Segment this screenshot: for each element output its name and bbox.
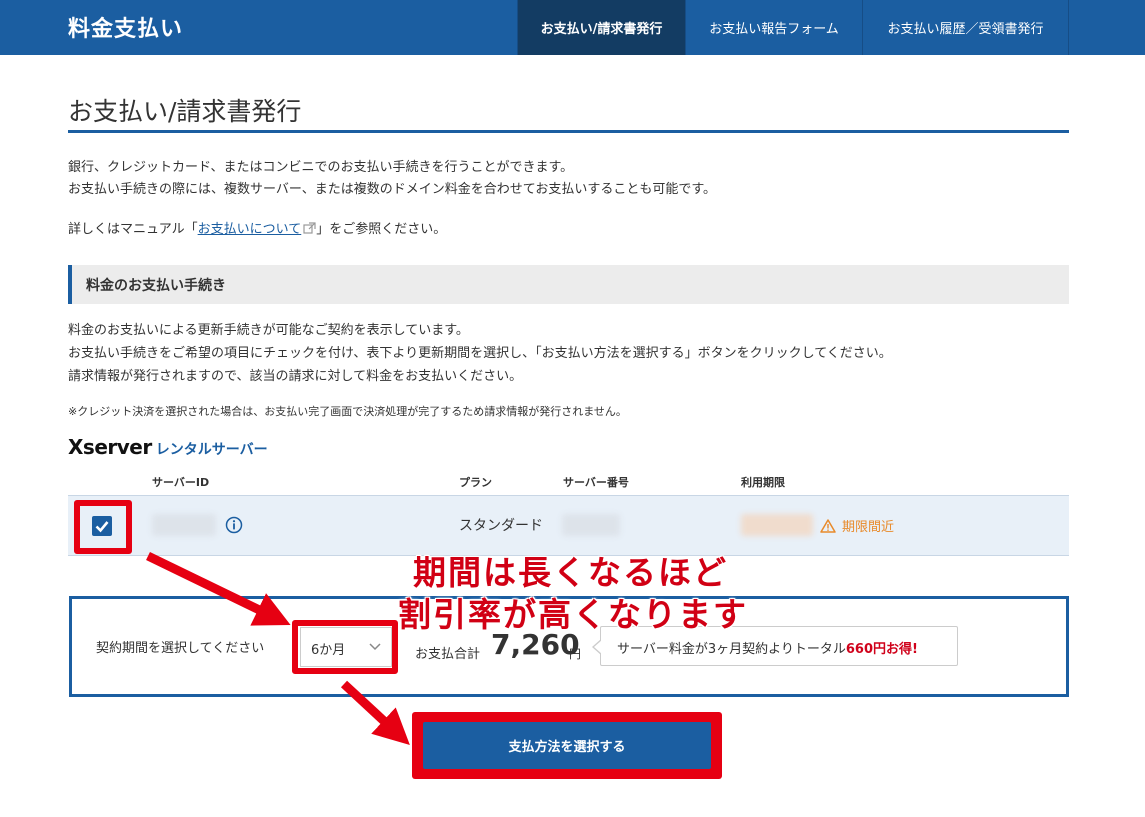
expiry-status: 期限間近 bbox=[842, 520, 895, 535]
credit-note: ※クレジット決済を選択された場合は、お支払い完了画面で決済処理が完了するため請求… bbox=[68, 405, 627, 418]
annotation-line-1: 期間は長くなるほど bbox=[413, 553, 728, 592]
period-label: 契約期間を選択してください bbox=[96, 641, 265, 656]
col-header-plan: プラン bbox=[459, 476, 492, 489]
nav-tab-payment-invoice[interactable]: お支払い/請求書発行 bbox=[517, 0, 685, 55]
savings-prefix: サーバー料金が3ヶ月契約よりトータル bbox=[617, 642, 846, 657]
col-header-server-number: サーバー番号 bbox=[563, 476, 629, 489]
external-link-icon bbox=[303, 222, 316, 234]
total-unit: 円 bbox=[569, 647, 582, 661]
select-highlight bbox=[292, 620, 398, 674]
intro-line-1: 銀行、クレジットカード、またはコンビニでのお支払い手続きを行うことができます。 bbox=[68, 160, 574, 175]
section-heading-text: 料金のお支払い手続き bbox=[86, 278, 226, 294]
section-desc-3: 請求情報が発行されますので、該当の請求に対して料金をお支払いください。 bbox=[68, 369, 523, 384]
intro-line-2: お支払い手続きの際には、複数サーバー、または複数のドメイン料金を合わせてお支払い… bbox=[68, 182, 717, 197]
nav-tab-payment-report[interactable]: お支払い報告フォーム bbox=[685, 0, 862, 55]
top-nav: お支払い/請求書発行 お支払い報告フォーム お支払い履歴／受領書発行 bbox=[517, 0, 1069, 55]
title-divider bbox=[68, 130, 1069, 133]
expiry-warning: 期限間近 bbox=[820, 516, 894, 535]
info-icon[interactable] bbox=[225, 516, 243, 534]
xserver-logo: Xserver レンタルサーバー bbox=[68, 435, 268, 459]
select-payment-method-button[interactable]: 支払方法を選択する bbox=[423, 722, 711, 769]
server-id-redacted bbox=[152, 514, 216, 536]
brand-main: Xserver bbox=[68, 435, 152, 459]
plan-name: スタンダード bbox=[459, 518, 543, 534]
server-number-redacted bbox=[562, 514, 620, 536]
total-label: お支払合計 bbox=[415, 647, 481, 662]
section-desc-1: 料金のお支払いによる更新手続きが可能なご契約を表示しています。 bbox=[68, 323, 469, 338]
checkbox-highlight bbox=[74, 500, 132, 554]
page-title: お支払い/請求書発行 bbox=[68, 97, 302, 126]
app-title: 料金支払い bbox=[68, 17, 184, 42]
brand-sub: レンタルサーバー bbox=[155, 442, 268, 458]
col-header-server-id: サーバーID bbox=[152, 476, 210, 489]
section-heading: 料金のお支払い手続き bbox=[68, 265, 1069, 304]
nav-tab-payment-history[interactable]: お支払い履歴／受領書発行 bbox=[862, 0, 1069, 55]
savings-text: サーバー料金が3ヶ月契約よりトータル660円お得! bbox=[617, 638, 918, 657]
warning-icon bbox=[820, 518, 836, 533]
expiry-date-redacted bbox=[741, 514, 813, 536]
annotation-line-2: 割引率が高くなります bbox=[398, 595, 748, 634]
manual-link[interactable]: お支払いについて bbox=[198, 222, 302, 237]
col-header-expiry: 利用期限 bbox=[741, 476, 785, 489]
manual-reference: 詳しくはマニュアル「お支払いについて 」をご参照ください。 bbox=[68, 219, 446, 241]
top-header: 料金支払い お支払い/請求書発行 お支払い報告フォーム お支払い履歴／受領書発行 bbox=[0, 0, 1145, 55]
manual-prefix: 詳しくはマニュアル「 bbox=[68, 222, 198, 237]
savings-amount: 660円お得! bbox=[845, 642, 918, 657]
section-desc-2: お支払い手続きをご希望の項目にチェックを付け、表下より更新期間を選択し、「お支払… bbox=[68, 346, 892, 361]
manual-suffix: 」をご参照ください。 bbox=[316, 222, 447, 237]
